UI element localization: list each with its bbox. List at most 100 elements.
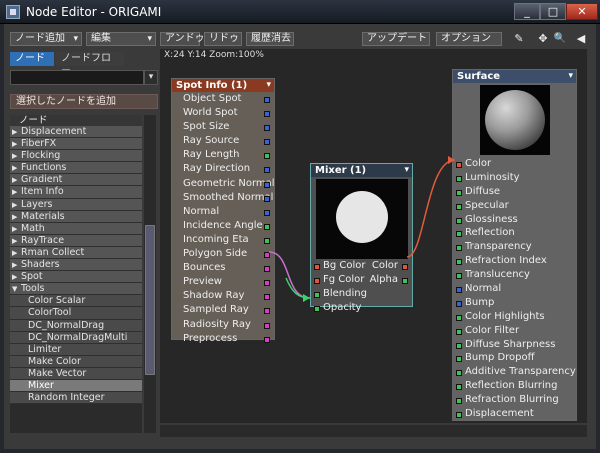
collapse-icon[interactable]: ◀ [574,32,588,46]
input-port-dot[interactable] [456,287,462,294]
input-port-dot[interactable] [456,314,462,321]
collapse-arrow-icon[interactable]: ▶ [12,174,21,186]
canvas-scrollbar[interactable] [160,425,587,437]
list-item[interactable]: Mixer [10,379,142,393]
list-item[interactable]: ▶ Item Info [10,186,142,199]
spot-info-node-header[interactable]: Spot Info (1) ▾ [172,79,274,92]
output-port-dot[interactable] [264,181,270,188]
output-port-dot[interactable] [402,278,408,285]
input-port-dot[interactable] [456,384,462,391]
list-item[interactable]: DC_NormalDrag [10,319,142,332]
output-port-dot[interactable] [264,111,270,118]
list-item[interactable]: ▶ RayTrace [10,234,142,247]
surface-node-header[interactable]: Surface ▾ [453,70,576,83]
output-port-dot[interactable] [264,167,270,174]
collapse-arrow-icon[interactable]: ▶ [12,199,21,211]
collapse-arrow-icon[interactable]: ▶ [12,150,21,162]
input-port-dot[interactable] [456,162,462,168]
collapse-arrow-icon[interactable]: ▶ [12,162,21,174]
add-node-dropdown[interactable]: ノード追加 [10,32,82,46]
input-port-dot[interactable] [456,370,462,377]
output-port-dot[interactable] [402,264,408,270]
mixer-node[interactable]: Mixer (1) ▾ Bg Color Fg Color Blending Opac… [310,163,413,313]
update-button[interactable]: アップデート [362,32,430,46]
scrollbar-thumb[interactable] [145,225,155,375]
list-item[interactable]: ▶ Layers [10,198,142,211]
input-port-dot[interactable] [314,292,320,299]
list-item[interactable]: DC_NormalDragMulti [10,331,142,344]
chevron-down-icon[interactable]: ▾ [144,70,158,85]
output-port-dot[interactable] [264,195,270,202]
output-port-dot[interactable] [264,294,270,301]
list-item[interactable]: ▶ Functions [10,162,142,175]
tab-nodes[interactable]: ノード [10,52,54,66]
list-item[interactable]: ▶ Spot [10,271,142,284]
input-port-dot[interactable] [456,259,462,266]
output-port-dot[interactable] [264,139,270,146]
output-port-dot[interactable] [264,322,270,329]
list-item[interactable]: ▶ Materials [10,210,142,223]
spot-info-node[interactable]: Spot Info (1) ▾ Object Spot World Spot Spo… [171,78,275,344]
expand-arrow-icon[interactable]: ▼ [12,283,21,295]
input-port-dot[interactable] [456,273,462,280]
input-port-dot[interactable] [456,342,462,349]
list-item[interactable]: ColorTool [10,307,142,320]
list-item[interactable]: Random Integer [10,392,142,405]
collapse-arrow-icon[interactable]: ▶ [12,138,21,150]
clear-history-button[interactable]: 履歴消去 [246,32,294,46]
collapse-arrow-icon[interactable]: ▶ [12,211,21,223]
output-port-dot[interactable] [264,223,270,230]
add-selected-node-button[interactable]: 選択したノードを追加 [10,94,158,109]
output-port-dot[interactable] [264,209,270,216]
list-item[interactable]: ▶ Flocking [10,150,142,163]
node-filter-combo[interactable] [10,70,144,85]
minimize-button[interactable]: _ [514,3,540,20]
output-port-dot[interactable] [264,237,270,244]
list-item[interactable]: ▶ Displacement [10,126,142,139]
collapse-arrow-icon[interactable]: ▶ [12,271,21,283]
pen-icon[interactable]: ✎ [512,32,526,46]
input-port-dot[interactable] [456,412,462,419]
output-port-dot[interactable] [264,336,270,343]
input-port-dot[interactable] [456,203,462,210]
collapse-arrow-icon[interactable]: ▶ [12,223,21,235]
output-port-dot[interactable] [264,252,270,259]
collapse-arrow-icon[interactable]: ▶ [12,186,21,198]
collapse-arrow-icon[interactable]: ▶ [12,247,21,259]
maximize-button[interactable]: □ [540,3,566,20]
surface-node[interactable]: Surface ▾ Color Luminosity Diffuse Specular… [452,69,577,421]
collapse-arrow-icon[interactable]: ▶ [12,259,21,271]
list-item[interactable]: Color Scalar [10,295,142,308]
input-port-dot[interactable] [456,189,462,196]
zoom-icon[interactable]: 🔍 [553,32,567,46]
list-item[interactable]: ▶ Math [10,222,142,235]
input-port-dot[interactable] [456,356,462,363]
collapse-arrow-icon[interactable]: ▶ [12,126,21,138]
list-item[interactable]: Make Vector [10,367,142,380]
input-port-dot[interactable] [456,300,462,307]
input-port-dot[interactable] [456,175,462,182]
input-port-dot[interactable] [456,231,462,238]
list-item[interactable]: ▶ FiberFX [10,138,142,151]
options-button[interactable]: オプション [436,32,502,46]
chevron-down-icon[interactable]: ▾ [568,70,573,83]
list-item[interactable]: ▶ Gradient [10,174,142,187]
undo-button[interactable]: アンドゥ [160,32,205,46]
input-port-dot[interactable] [314,264,320,270]
input-port-dot[interactable] [456,217,462,224]
output-port-dot[interactable] [264,308,270,315]
title-bar[interactable]: Node Editor - ORIGAMI _ □ ✕ [0,0,600,24]
list-item[interactable]: ▶ Shaders [10,259,142,272]
output-port-dot[interactable] [264,153,270,160]
list-item[interactable]: Make Color [10,355,142,368]
output-port-dot[interactable] [264,280,270,287]
list-scrollbar[interactable] [144,115,156,433]
chevron-down-icon[interactable]: ▾ [404,164,409,177]
redo-button[interactable]: リドゥ [204,32,242,46]
collapse-arrow-icon[interactable]: ▶ [12,235,21,247]
input-port-dot[interactable] [456,398,462,405]
edit-dropdown[interactable]: 編集 [86,32,156,46]
output-port-dot[interactable] [264,97,270,103]
input-port-dot[interactable] [456,328,462,335]
list-item[interactable]: ▶ Rman Collect [10,246,142,260]
